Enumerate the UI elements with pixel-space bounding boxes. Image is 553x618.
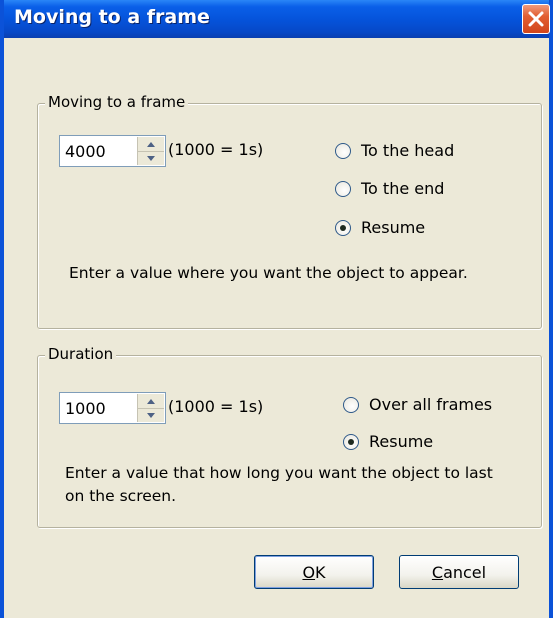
radio-over-all-frames[interactable] (343, 397, 359, 413)
frame-value-stepper[interactable]: 4000 (59, 135, 166, 167)
cancel-label-rest: ancel (443, 562, 487, 582)
duration-value-input[interactable]: 1000 (65, 399, 106, 418)
radio-resume-frame[interactable] (335, 220, 351, 236)
radio-label-over-all-frames[interactable]: Over all frames (369, 395, 492, 414)
duration-spin-up-button[interactable] (138, 394, 164, 409)
arrow-down-icon (147, 412, 155, 418)
radio-label-to-the-end[interactable]: To the end (361, 179, 444, 198)
arrow-up-icon (147, 398, 155, 404)
dialog-window: Moving to a frame Moving to a frame 4000… (0, 0, 553, 618)
radio-label-resume-duration[interactable]: Resume (369, 432, 433, 451)
duration-group-legend: Duration (45, 345, 117, 363)
cancel-button[interactable]: Cancel (399, 555, 519, 589)
duration-spin-down-button[interactable] (138, 408, 164, 422)
ok-button[interactable]: OK (254, 555, 374, 589)
frame-spin-up-button[interactable] (138, 137, 164, 152)
close-icon (528, 11, 544, 27)
title-bar[interactable]: Moving to a frame (4, 0, 550, 38)
close-button[interactable] (522, 4, 550, 34)
radio-resume-duration[interactable] (343, 434, 359, 450)
duration-unit-hint: (1000 = 1s) (168, 397, 264, 416)
arrow-down-icon (147, 155, 155, 161)
frame-groupbox: Moving to a frame 4000 (1000 = 1s) To th… (37, 93, 542, 329)
frame-value-input[interactable]: 4000 (65, 142, 106, 161)
cancel-mnemonic: C (431, 562, 444, 582)
ok-label-rest: K (315, 562, 326, 582)
duration-spin-arrows (137, 394, 164, 422)
radio-to-the-head[interactable] (335, 143, 351, 159)
radio-label-resume-frame[interactable]: Resume (361, 218, 425, 237)
duration-instruction-text: Enter a value that how long you want the… (65, 464, 493, 505)
window-title: Moving to a frame (14, 6, 210, 28)
ok-mnemonic: O (302, 562, 316, 582)
arrow-up-icon (147, 141, 155, 147)
duration-value-stepper[interactable]: 1000 (59, 392, 166, 424)
radio-label-to-the-head[interactable]: To the head (361, 141, 454, 160)
frame-instruction-text: Enter a value where you want the object … (69, 264, 468, 282)
duration-groupbox: Duration 1000 (1000 = 1s) Over all frame… (37, 345, 542, 528)
frame-group-legend: Moving to a frame (45, 93, 189, 111)
frame-unit-hint: (1000 = 1s) (168, 140, 264, 159)
radio-to-the-end[interactable] (335, 181, 351, 197)
frame-spin-down-button[interactable] (138, 151, 164, 165)
frame-spin-arrows (137, 137, 164, 165)
